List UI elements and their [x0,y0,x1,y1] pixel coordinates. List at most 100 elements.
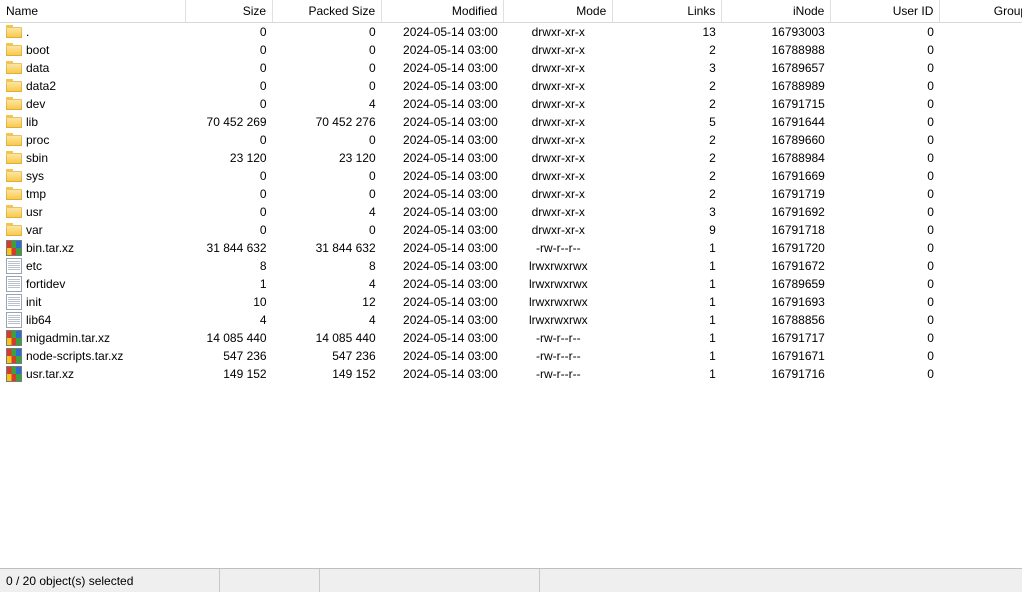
col-header-name[interactable]: Name [0,0,185,22]
file-list-scroll[interactable]: Name Size Packed Size Modified Mode Link… [0,0,1022,568]
cell-uid: 0 [831,95,940,113]
archive-icon [6,348,22,364]
file-icon [6,312,22,328]
cell-mod: 2024-05-14 03:00 [382,311,504,329]
cell-packed: 547 236 [273,347,382,365]
cell-mod: 2024-05-14 03:00 [382,257,504,275]
cell-size: 0 [185,59,272,77]
table-row[interactable]: .002024-05-14 03:00drwxr-xr-x13167930030… [0,22,1022,41]
cell-gid: 0 [940,239,1022,257]
cell-mode: drwxr-xr-x [504,59,613,77]
file-name: tmp [26,187,46,201]
col-header-gid[interactable]: Group ID [940,0,1022,22]
cell-mode: drwxr-xr-x [504,77,613,95]
table-row[interactable]: dev042024-05-14 03:00drwxr-xr-x216791715… [0,95,1022,113]
cell-packed: 70 452 276 [273,113,382,131]
cell-mod: 2024-05-14 03:00 [382,167,504,185]
table-row[interactable]: init10122024-05-14 03:00lrwxrwxrwx116791… [0,293,1022,311]
table-row[interactable]: node-scripts.tar.xz547 236547 2362024-05… [0,347,1022,365]
table-row[interactable]: usr.tar.xz149 152149 1522024-05-14 03:00… [0,365,1022,383]
cell-mod: 2024-05-14 03:00 [382,59,504,77]
cell-size: 10 [185,293,272,311]
table-row[interactable]: fortidev142024-05-14 03:00lrwxrwxrwx1167… [0,275,1022,293]
table-row[interactable]: lib70 452 26970 452 2762024-05-14 03:00d… [0,113,1022,131]
cell-uid: 0 [831,239,940,257]
cell-mode: lrwxrwxrwx [504,293,613,311]
cell-links: 1 [613,239,722,257]
cell-mod: 2024-05-14 03:00 [382,293,504,311]
col-header-uid[interactable]: User ID [831,0,940,22]
cell-uid: 0 [831,203,940,221]
cell-gid: 0 [940,113,1022,131]
table-row[interactable]: var002024-05-14 03:00drwxr-xr-x916791718… [0,221,1022,239]
cell-packed: 0 [273,167,382,185]
cell-mode: drwxr-xr-x [504,95,613,113]
cell-packed: 12 [273,293,382,311]
cell-uid: 0 [831,59,940,77]
col-header-packed[interactable]: Packed Size [273,0,382,22]
cell-packed: 4 [273,203,382,221]
cell-uid: 0 [831,41,940,59]
file-name: data [26,61,49,75]
cell-mode: lrwxrwxrwx [504,311,613,329]
col-header-inode[interactable]: iNode [722,0,831,22]
col-header-links[interactable]: Links [613,0,722,22]
cell-size: 0 [185,41,272,59]
table-row[interactable]: tmp002024-05-14 03:00drwxr-xr-x216791719… [0,185,1022,203]
file-name: etc [26,259,42,273]
table-row[interactable]: boot002024-05-14 03:00drwxr-xr-x21678898… [0,41,1022,59]
table-row[interactable]: sbin23 12023 1202024-05-14 03:00drwxr-xr… [0,149,1022,167]
col-header-size[interactable]: Size [185,0,272,22]
cell-inode: 16791693 [722,293,831,311]
column-header-row: Name Size Packed Size Modified Mode Link… [0,0,1022,22]
file-name: . [26,25,29,39]
cell-inode: 16789657 [722,59,831,77]
cell-gid: 0 [940,167,1022,185]
table-row[interactable]: bin.tar.xz31 844 63231 844 6322024-05-14… [0,239,1022,257]
cell-links: 3 [613,203,722,221]
table-row[interactable]: usr042024-05-14 03:00drwxr-xr-x316791692… [0,203,1022,221]
cell-uid: 0 [831,365,940,383]
cell-packed: 0 [273,131,382,149]
cell-size: 31 844 632 [185,239,272,257]
table-row[interactable]: proc002024-05-14 03:00drwxr-xr-x21678966… [0,131,1022,149]
cell-packed: 0 [273,221,382,239]
file-name: bin.tar.xz [26,241,74,255]
file-name: fortidev [26,277,65,291]
cell-inode: 16791669 [722,167,831,185]
col-header-modified[interactable]: Modified [382,0,504,22]
cell-uid: 0 [831,131,940,149]
cell-size: 0 [185,185,272,203]
cell-gid: 0 [940,131,1022,149]
cell-size: 1 [185,275,272,293]
cell-mod: 2024-05-14 03:00 [382,95,504,113]
cell-links: 1 [613,257,722,275]
cell-mod: 2024-05-14 03:00 [382,149,504,167]
table-row[interactable]: lib64442024-05-14 03:00lrwxrwxrwx1167888… [0,311,1022,329]
table-row[interactable]: data2002024-05-14 03:00drwxr-xr-x2167889… [0,77,1022,95]
cell-uid: 0 [831,329,940,347]
file-name: init [26,295,41,309]
cell-uid: 0 [831,275,940,293]
file-manager-window: Name Size Packed Size Modified Mode Link… [0,0,1022,592]
cell-mode: -rw-r--r-- [504,365,613,383]
table-row[interactable]: sys002024-05-14 03:00drwxr-xr-x216791669… [0,167,1022,185]
cell-gid: 0 [940,311,1022,329]
status-bar: 0 / 20 object(s) selected [0,568,1022,592]
cell-packed: 8 [273,257,382,275]
cell-inode: 16788856 [722,311,831,329]
folder-icon [6,96,22,112]
col-header-mode[interactable]: Mode [504,0,613,22]
cell-mod: 2024-05-14 03:00 [382,113,504,131]
cell-links: 1 [613,365,722,383]
cell-packed: 4 [273,275,382,293]
table-row[interactable]: etc882024-05-14 03:00lrwxrwxrwx116791672… [0,257,1022,275]
cell-mode: drwxr-xr-x [504,221,613,239]
status-cell-3 [320,569,540,592]
cell-mod: 2024-05-14 03:00 [382,239,504,257]
cell-links: 1 [613,311,722,329]
table-row[interactable]: data002024-05-14 03:00drwxr-xr-x31678965… [0,59,1022,77]
table-row[interactable]: migadmin.tar.xz14 085 44014 085 4402024-… [0,329,1022,347]
folder-icon [6,150,22,166]
cell-size: 4 [185,311,272,329]
